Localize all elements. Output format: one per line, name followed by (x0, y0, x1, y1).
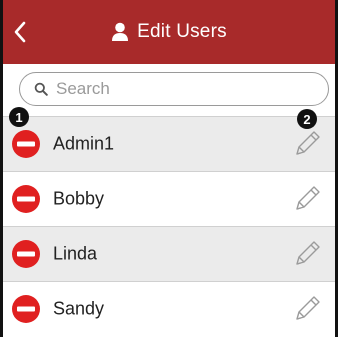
user-row-bobby[interactable]: Bobby (3, 171, 335, 226)
search-input[interactable] (56, 79, 286, 99)
user-name: Linda (53, 243, 98, 264)
pencil-icon[interactable] (291, 183, 323, 215)
user-row-linda[interactable]: Linda (3, 226, 335, 281)
user-row-sandy[interactable]: Sandy (3, 281, 335, 336)
delete-icon[interactable] (11, 184, 41, 214)
user-row-admin1[interactable]: 1 Admin1 2 (3, 107, 335, 171)
user-name: Bobby (53, 188, 105, 209)
pencil-icon[interactable] (291, 238, 323, 270)
user-list: 1 Admin1 2 Bobby Linda Sandy (3, 107, 335, 336)
page-title: Edit Users (137, 21, 227, 42)
app-frame: Edit Users 1 Admin1 2 (0, 0, 338, 337)
delete-icon[interactable] (11, 294, 41, 324)
search-area (3, 64, 335, 116)
pencil-icon[interactable] (291, 293, 323, 325)
search-box[interactable] (19, 72, 329, 106)
header-title-group: Edit Users (3, 0, 335, 64)
search-icon (34, 82, 48, 96)
callout-2: 2 (297, 109, 317, 129)
user-name: Sandy (53, 298, 105, 319)
delete-icon[interactable] (11, 239, 41, 269)
user-icon (112, 22, 129, 41)
delete-icon[interactable] (11, 129, 41, 159)
pencil-icon[interactable] (291, 128, 323, 160)
callout-1: 1 (9, 107, 29, 127)
user-name: Admin1 (53, 133, 115, 154)
header-bar: Edit Users (3, 0, 335, 64)
